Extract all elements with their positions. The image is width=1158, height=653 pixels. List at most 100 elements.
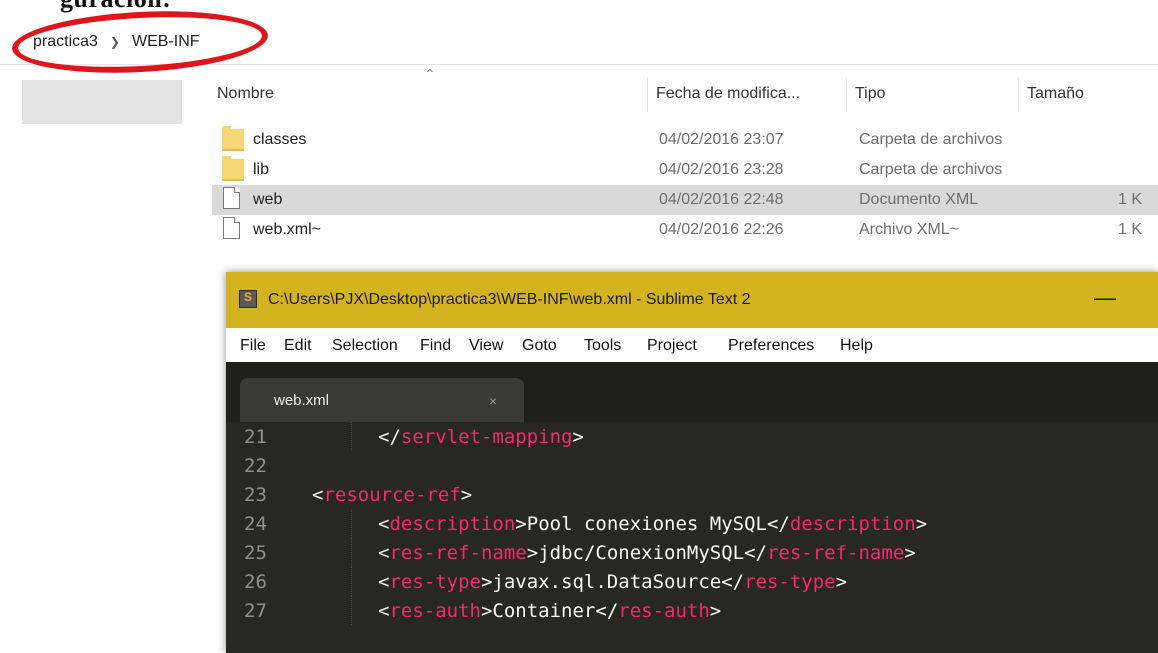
- xml-tag-name: resource-ref: [323, 484, 461, 506]
- xml-tag-name: description: [789, 513, 916, 535]
- code-text: </servlet-mapping>: [378, 426, 584, 448]
- code-line-24[interactable]: 24 <description>Pool conexiones MySQL</de…: [226, 509, 1158, 538]
- xml-tag-name: res-auth: [618, 600, 710, 622]
- code-line-23[interactable]: 23 <resource-ref>: [226, 480, 1158, 509]
- file-row-web-xml-backup[interactable]: web.xml~ 04/02/2016 22:26 Archivo XML~ 1…: [212, 215, 1158, 245]
- menu-file[interactable]: File: [240, 336, 266, 356]
- file-row-web[interactable]: web 04/02/2016 22:48 Documento XML 1 K: [212, 185, 1158, 215]
- indent-guide: [351, 596, 353, 625]
- code-line-26[interactable]: 26 <res-type>javax.sql.DataSource</res-ty…: [226, 567, 1158, 596]
- file-date: 04/02/2016 22:48: [659, 191, 784, 208]
- code-token: <: [378, 513, 390, 535]
- breadcrumb-item-practica3[interactable]: practica3: [31, 33, 100, 51]
- file-size: 1 K: [1118, 221, 1143, 238]
- code-token: <: [378, 542, 390, 564]
- line-number: 23: [244, 484, 267, 506]
- tab-label: web.xml: [274, 392, 330, 409]
- line-number: 25: [244, 542, 267, 564]
- code-token: </: [378, 426, 401, 448]
- tab-bar: web.xml ×: [226, 362, 1158, 422]
- line-number: 27: [244, 600, 267, 622]
- sublime-app-icon: [239, 290, 257, 308]
- file-list: classes 04/02/2016 23:07 Carpeta de arch…: [212, 125, 1158, 245]
- file-icon: [223, 187, 240, 209]
- folder-icon: [222, 156, 244, 181]
- code-token: <: [378, 600, 390, 622]
- code-token: </: [744, 542, 767, 564]
- indent-guide: [351, 422, 353, 451]
- file-name: web.xml~: [253, 221, 322, 238]
- column-header-name[interactable]: Nombre: [210, 82, 274, 106]
- code-token: >: [460, 484, 473, 506]
- line-number: 21: [244, 426, 267, 448]
- menu-help[interactable]: Help: [840, 336, 873, 356]
- menu-find[interactable]: Find: [420, 336, 451, 356]
- code-text: <res-type>javax.sql.DataSource</res-type…: [378, 571, 847, 593]
- column-divider[interactable]: [1018, 78, 1019, 112]
- code-text: <res-ref-name>jdbc/ConexionMySQL</res-re…: [378, 542, 916, 564]
- code-line-25[interactable]: 25 <res-ref-name>jdbc/ConexionMySQL</res-…: [226, 538, 1158, 567]
- code-token: Container: [492, 600, 596, 622]
- column-divider[interactable]: [647, 78, 648, 112]
- xml-tag-name: description: [389, 513, 516, 535]
- xml-tag-name: servlet-mapping: [400, 426, 573, 448]
- sort-ascending-icon: ⌃: [424, 66, 436, 82]
- code-text: <description>Pool conexiones MySQL</desc…: [378, 513, 927, 535]
- file-date: 04/02/2016 23:07: [659, 131, 784, 148]
- xml-tag-name: res-ref-name: [389, 542, 527, 564]
- window-title: C:\Users\PJX\Desktop\practica3\WEB-INF\w…: [268, 291, 751, 308]
- file-row-lib[interactable]: lib 04/02/2016 23:28 Carpeta de archivos: [212, 155, 1158, 185]
- file-name: web: [253, 191, 283, 208]
- close-tab-icon[interactable]: ×: [489, 393, 497, 409]
- code-token: >: [515, 513, 527, 535]
- line-number: 26: [244, 571, 267, 593]
- menu-goto[interactable]: Goto: [522, 336, 557, 356]
- file-type: Documento XML: [859, 191, 979, 208]
- breadcrumb: practica3 ❯ WEB-INF: [0, 20, 1158, 65]
- menu-view[interactable]: View: [469, 336, 503, 356]
- code-token: <: [312, 484, 324, 506]
- file-icon: [223, 217, 240, 239]
- menu-edit[interactable]: Edit: [284, 336, 312, 356]
- code-token: javax.sql.DataSource: [492, 571, 722, 593]
- column-header-date[interactable]: Fecha de modifica...: [649, 82, 800, 106]
- code-token: </: [721, 571, 745, 593]
- sublime-text-window: C:\Users\PJX\Desktop\practica3\WEB-INF\w…: [226, 272, 1158, 653]
- code-line-21[interactable]: 21 </servlet-mapping>: [226, 422, 1158, 451]
- code-token: >: [835, 571, 848, 593]
- column-header-row: ⌃ Nombre Fecha de modifica... Tipo Tamañ…: [210, 66, 1158, 120]
- menu-project[interactable]: Project: [647, 336, 697, 356]
- menu-selection[interactable]: Selection: [332, 336, 398, 356]
- code-token: >: [709, 600, 722, 622]
- menu-bar: File Edit Selection Find View Goto Tools…: [226, 328, 1158, 362]
- breadcrumb-item-web-inf[interactable]: WEB-INF: [130, 33, 202, 51]
- column-divider[interactable]: [846, 78, 847, 112]
- menu-preferences[interactable]: Preferences: [728, 336, 814, 356]
- code-token: >: [526, 542, 539, 564]
- code-editor[interactable]: 21 </servlet-mapping> 22 23 <resource-ref> 24…: [226, 422, 1158, 653]
- code-token: </: [595, 600, 619, 622]
- code-line-27[interactable]: 27 <res-auth>Container</res-auth>: [226, 596, 1158, 625]
- minimize-button[interactable]: —: [1090, 287, 1120, 312]
- file-row-classes[interactable]: classes 04/02/2016 23:07 Carpeta de arch…: [212, 125, 1158, 155]
- line-number: 22: [244, 455, 267, 477]
- code-token: >: [904, 542, 916, 564]
- code-token: >: [572, 426, 584, 448]
- xml-tag-name: res-auth: [389, 600, 481, 622]
- file-name: classes: [253, 131, 307, 148]
- line-number: 24: [244, 513, 267, 535]
- column-header-type[interactable]: Tipo: [848, 82, 886, 106]
- file-type: Archivo XML~: [859, 221, 960, 238]
- code-line-22[interactable]: 22: [226, 451, 1158, 480]
- window-titlebar[interactable]: C:\Users\PJX\Desktop\practica3\WEB-INF\w…: [226, 272, 1158, 328]
- code-token: <: [378, 571, 390, 593]
- indent-guide: [351, 538, 353, 567]
- xml-tag-name: res-ref-name: [766, 542, 905, 564]
- menu-tools[interactable]: Tools: [584, 336, 621, 356]
- tab-web-xml[interactable]: web.xml ×: [240, 378, 524, 422]
- file-date: 04/02/2016 22:26: [659, 221, 784, 238]
- navigation-pane-item[interactable]: [22, 80, 182, 124]
- file-size: 1 K: [1118, 191, 1143, 208]
- column-header-size[interactable]: Tamaño: [1020, 82, 1084, 106]
- cut-off-heading: guración:: [60, 0, 171, 14]
